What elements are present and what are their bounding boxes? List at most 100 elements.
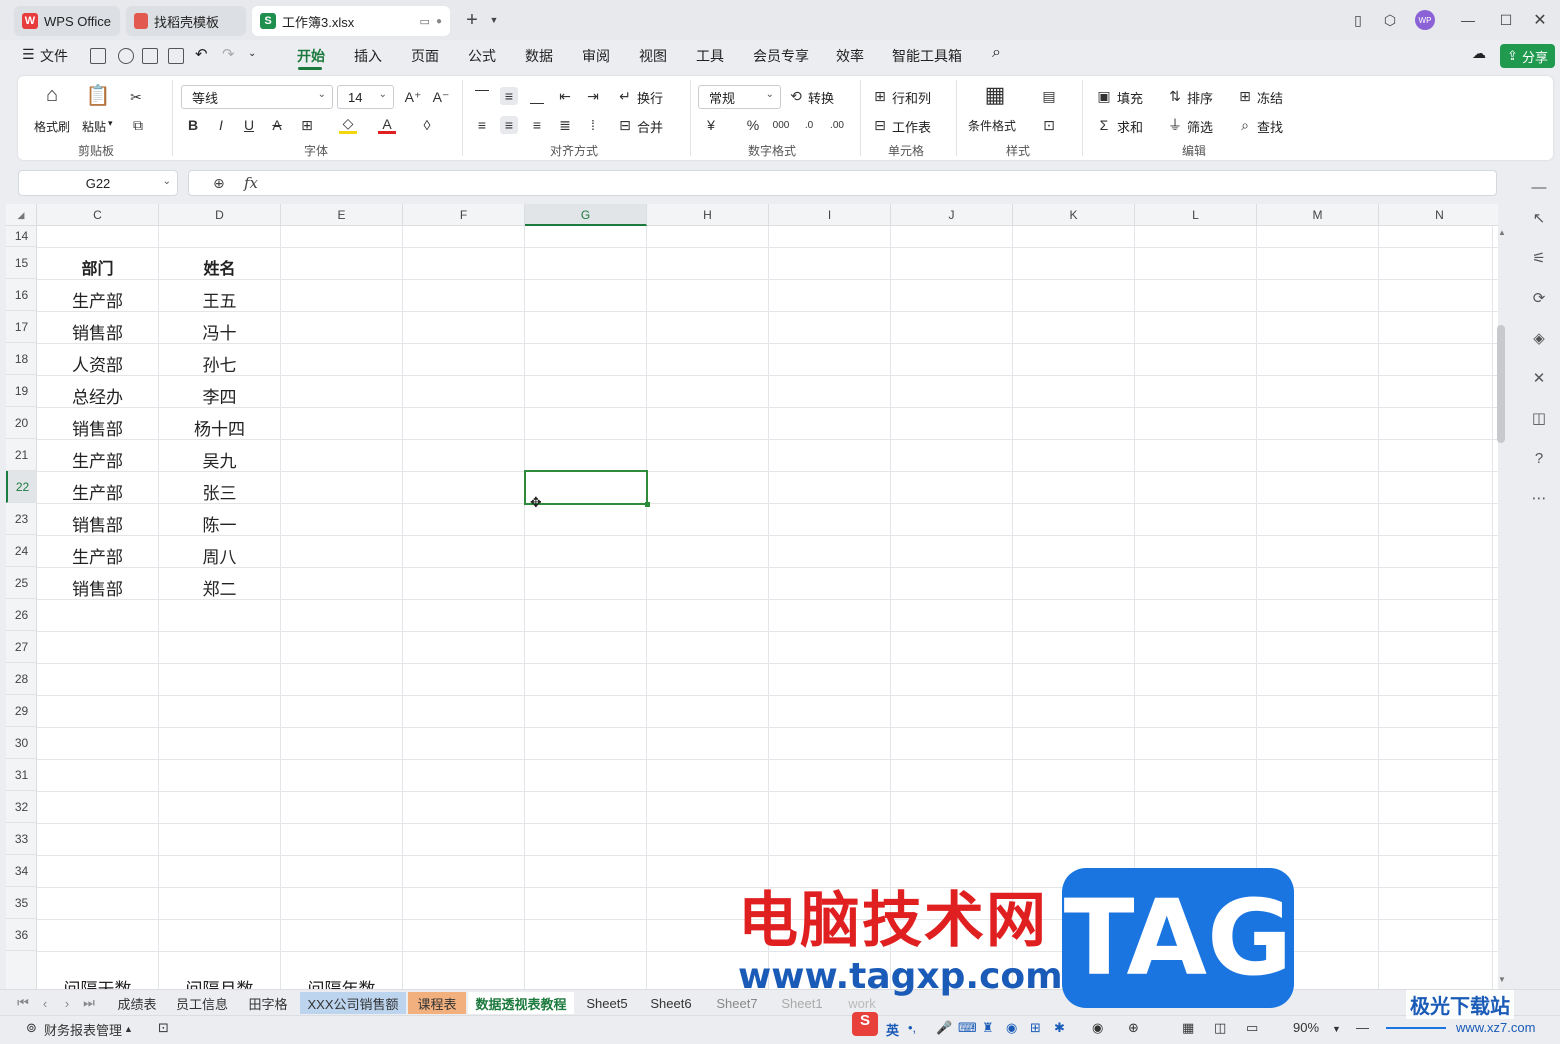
ai-assistant-icon[interactable]: ◈ xyxy=(1530,329,1548,347)
increase-font-icon[interactable]: A⁺ xyxy=(404,88,422,106)
row-header-15[interactable]: 15 xyxy=(6,247,37,279)
freeze-button[interactable]: 冻结 xyxy=(1257,88,1283,107)
eye-protection-icon[interactable]: ◉ xyxy=(1092,1020,1103,1036)
avatar[interactable]: WP xyxy=(1415,10,1435,30)
cell-c24[interactable]: 生产部 xyxy=(37,543,158,568)
chevron-down-icon[interactable]: ⌄ xyxy=(248,48,256,59)
wrap-text-button[interactable]: 换行 xyxy=(637,88,663,107)
row-header-25[interactable]: 25 xyxy=(6,567,37,599)
sum-button[interactable]: 求和 xyxy=(1117,117,1143,136)
cell-d21[interactable]: 吴九 xyxy=(159,447,280,472)
scroll-up-icon[interactable]: ▲ xyxy=(1498,228,1506,237)
row-header-24[interactable]: 24 xyxy=(6,535,37,567)
row-header-36[interactable]: 36 xyxy=(6,919,37,951)
decrease-decimal-icon[interactable]: .00 xyxy=(828,116,846,134)
conditional-format-button[interactable]: 条件格式 xyxy=(968,117,1016,134)
sogou-ime-icon[interactable]: S xyxy=(852,1012,878,1036)
worksheet-button[interactable]: 工作表 xyxy=(892,117,931,136)
cell-style-icon[interactable]: ▤ xyxy=(1040,87,1058,105)
cell-d17[interactable]: 冯十 xyxy=(159,319,280,344)
chevron-down-icon[interactable]: ▼ xyxy=(1332,1024,1341,1034)
font-size-select[interactable]: 14 ⌄ xyxy=(337,85,394,109)
tools-icon[interactable]: ✕ xyxy=(1530,369,1548,387)
zoom-slider[interactable] xyxy=(1386,1027,1446,1029)
row-header-34[interactable]: 34 xyxy=(6,855,37,887)
print-preview-icon[interactable] xyxy=(168,48,184,64)
format-painter-icon[interactable]: ⌂ xyxy=(43,84,61,106)
thousands-icon[interactable]: 000 xyxy=(772,116,790,134)
fill-button[interactable]: 填充 xyxy=(1117,88,1143,107)
fx-icon[interactable]: fx xyxy=(244,174,258,192)
cell-c20[interactable]: 销售部 xyxy=(37,415,158,440)
cell-e37[interactable]: 间隔年数 xyxy=(281,975,402,989)
settings-sliders-icon[interactable]: ⚟ xyxy=(1530,249,1548,267)
layout-icon[interactable]: ▯ xyxy=(1348,10,1368,30)
row-header-32[interactable]: 32 xyxy=(6,791,37,823)
zoom-out-icon[interactable]: — xyxy=(1356,1020,1369,1035)
cell-d22[interactable]: 张三 xyxy=(159,479,280,504)
microphone-icon[interactable]: 🎤 xyxy=(936,1020,952,1036)
number-format-select[interactable]: 常规 ⌄ xyxy=(698,85,781,109)
row-column-button[interactable]: 行和列 xyxy=(892,88,931,107)
keyboard-icon[interactable]: ⌨ xyxy=(958,1020,977,1036)
tab-docer-templates[interactable]: 找稻壳模板 xyxy=(126,6,246,36)
last-sheet-icon[interactable]: ⏭ xyxy=(80,992,98,1014)
filter-icon[interactable]: ⏚ xyxy=(1166,116,1184,134)
underline-icon[interactable]: U xyxy=(240,116,258,134)
punctuation-icon[interactable]: •, xyxy=(908,1020,916,1035)
align-right-icon[interactable]: ≡ xyxy=(528,116,546,134)
tab-workbook[interactable]: S 工作簿3.xlsx ▭ ● xyxy=(252,6,450,36)
menu-data[interactable]: 数据 xyxy=(525,46,553,66)
tab-wps-office[interactable]: W WPS Office xyxy=(14,6,120,36)
page-layout-view-icon[interactable]: ◫ xyxy=(1214,1020,1226,1036)
justify-icon[interactable]: ≣ xyxy=(556,116,574,134)
bold-icon[interactable]: B xyxy=(184,116,202,134)
row-column-icon[interactable]: ⊞ xyxy=(871,87,889,105)
chevron-down-icon[interactable]: ▾ xyxy=(108,118,113,129)
filter-button[interactable]: 筛选 xyxy=(1187,117,1213,136)
merge-icon[interactable]: ⊟ xyxy=(616,116,634,134)
convert-icon[interactable]: ⟲ xyxy=(787,87,805,105)
currency-icon[interactable]: ¥ xyxy=(702,116,720,134)
convert-button[interactable]: 转换 xyxy=(808,88,834,107)
column-header-c[interactable]: C xyxy=(37,204,159,226)
sum-icon[interactable]: Σ xyxy=(1095,116,1113,134)
row-header-28[interactable]: 28 xyxy=(6,663,37,695)
ime-settings-icon[interactable]: ✱ xyxy=(1054,1020,1065,1036)
column-header-n[interactable]: N xyxy=(1379,204,1498,226)
sheet-tab-pivot-tutorial[interactable]: 数据透视表教程 xyxy=(468,992,574,1014)
sheet-tab-employee-info[interactable]: 员工信息 xyxy=(168,992,236,1014)
share-button[interactable]: ⇪ 分享 xyxy=(1500,44,1555,68)
indent-decrease-icon[interactable]: ⇤ xyxy=(556,87,574,105)
menu-efficiency[interactable]: 效率 xyxy=(836,46,864,66)
cell-d37[interactable]: 间隔月数 xyxy=(159,975,280,989)
copy-icon[interactable]: ⧉ xyxy=(129,116,147,134)
cell-c15[interactable]: 部门 xyxy=(37,255,158,279)
next-sheet-icon[interactable]: › xyxy=(58,992,76,1014)
skin-icon[interactable]: ♜ xyxy=(982,1020,994,1036)
sheet-tab-schedule[interactable]: 课程表 xyxy=(408,992,466,1014)
share-link-icon[interactable] xyxy=(118,48,134,64)
column-header-g[interactable]: G xyxy=(525,204,647,226)
paste-icon[interactable]: 📋 xyxy=(86,85,111,107)
menu-smart-toolbox[interactable]: 智能工具箱 xyxy=(892,46,962,66)
cell-c22[interactable]: 生产部 xyxy=(37,479,158,504)
fill-icon[interactable]: ▣ xyxy=(1095,87,1113,105)
sort-icon[interactable]: ⇅ xyxy=(1166,87,1184,105)
cube-icon[interactable]: ⬡ xyxy=(1380,10,1400,30)
vertical-scrollbar-thumb[interactable] xyxy=(1497,325,1505,443)
cell-d20[interactable]: 杨十四 xyxy=(159,415,280,440)
cell-c21[interactable]: 生产部 xyxy=(37,447,158,472)
row-header-30[interactable]: 30 xyxy=(6,727,37,759)
sort-button[interactable]: 排序 xyxy=(1187,88,1213,107)
column-header-j[interactable]: J xyxy=(891,204,1013,226)
chevron-down-icon[interactable]: ▼ xyxy=(484,10,504,30)
row-header-37[interactable]: 37 xyxy=(6,951,37,989)
wrap-text-icon[interactable]: ↵ xyxy=(616,87,634,105)
worksheet-icon[interactable]: ⊟ xyxy=(871,116,889,134)
more-icon[interactable]: ⋯ xyxy=(1530,489,1548,507)
sheet-tab-sales[interactable]: XXX公司销售额 xyxy=(300,992,406,1014)
row-header-22[interactable]: 22 xyxy=(6,471,37,503)
macro-icon[interactable]: ⊡ xyxy=(158,1020,169,1036)
clear-format-icon[interactable]: ◊ xyxy=(418,116,436,134)
